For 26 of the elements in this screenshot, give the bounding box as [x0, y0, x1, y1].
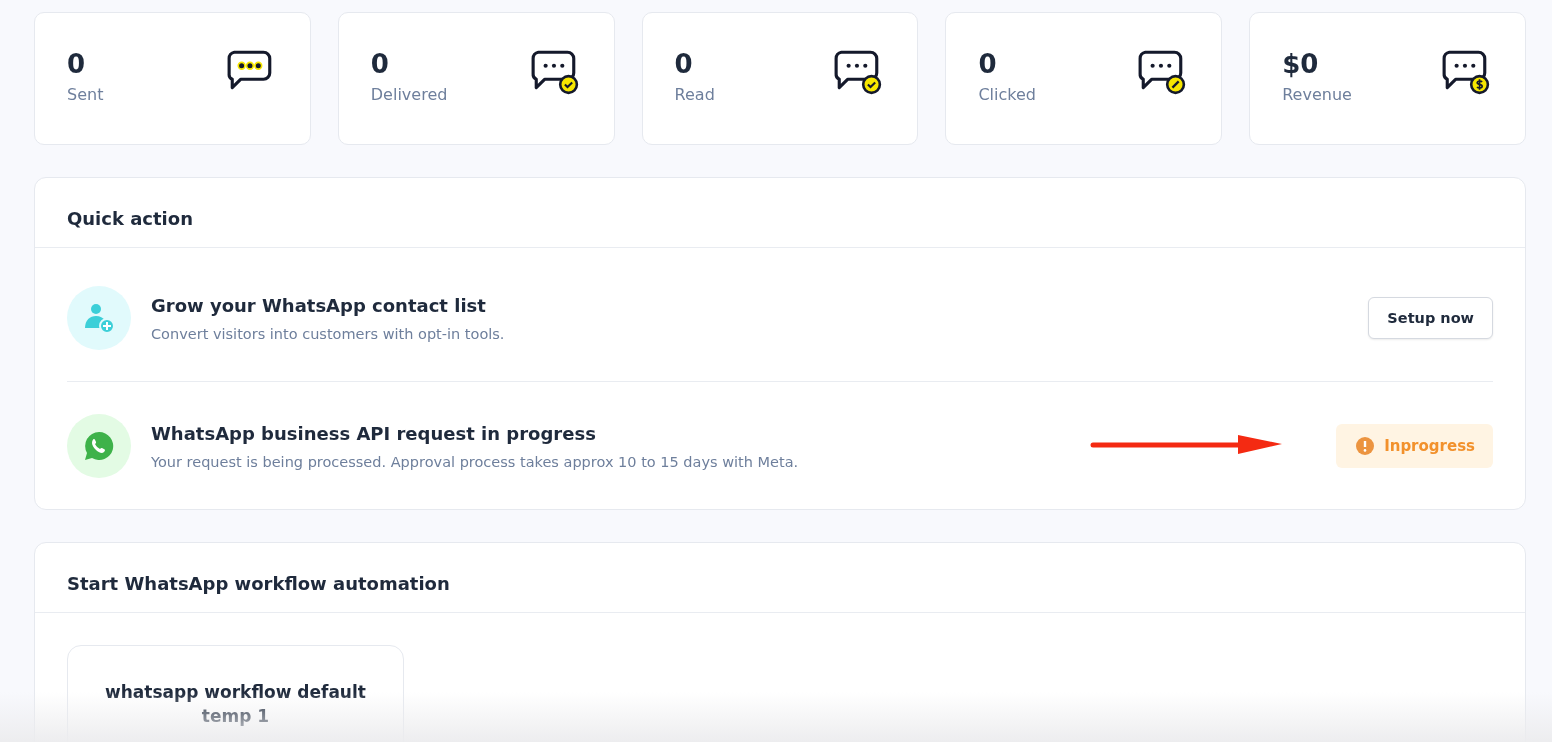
template-title: whatsapp workflow default temp 1: [105, 682, 366, 726]
action-description: Your request is being processed. Approval process takes approx 10 to 15 days with Meta.: [151, 453, 800, 470]
action-description: Convert visitors into customers with opt-in tools.: [151, 325, 506, 342]
chat-dollar-icon: [1441, 49, 1491, 95]
add-user-icon: [82, 301, 116, 335]
chat-check-icon: [529, 49, 580, 95]
status-badge: Inprogress: [1336, 424, 1493, 468]
stat-value: 0: [978, 49, 998, 79]
stat-value: 0: [370, 49, 390, 79]
card-title: Quick action: [67, 208, 193, 229]
stat-value: 0: [67, 49, 87, 79]
action-title: WhatsApp business API request in progress: [151, 422, 597, 444]
stat-label: Sent: [67, 85, 104, 104]
setup-now-button[interactable]: Setup now: [1368, 297, 1493, 339]
action-title: Grow your WhatsApp contact list: [151, 294, 487, 316]
card-title: Start WhatsApp workflow automation: [67, 573, 450, 594]
stat-value: $0: [1282, 49, 1320, 79]
stat-value: 0: [674, 49, 694, 79]
whatsapp-icon: [82, 429, 116, 463]
chat-pencil-icon: [1137, 49, 1188, 95]
chat-check-icon: [833, 49, 884, 95]
stat-label: Read: [674, 85, 715, 104]
alert-icon: [1356, 437, 1375, 455]
stat-label: Revenue: [1282, 85, 1352, 104]
stat-label: Delivered: [370, 85, 448, 104]
stat-label: Clicked: [978, 85, 1036, 104]
